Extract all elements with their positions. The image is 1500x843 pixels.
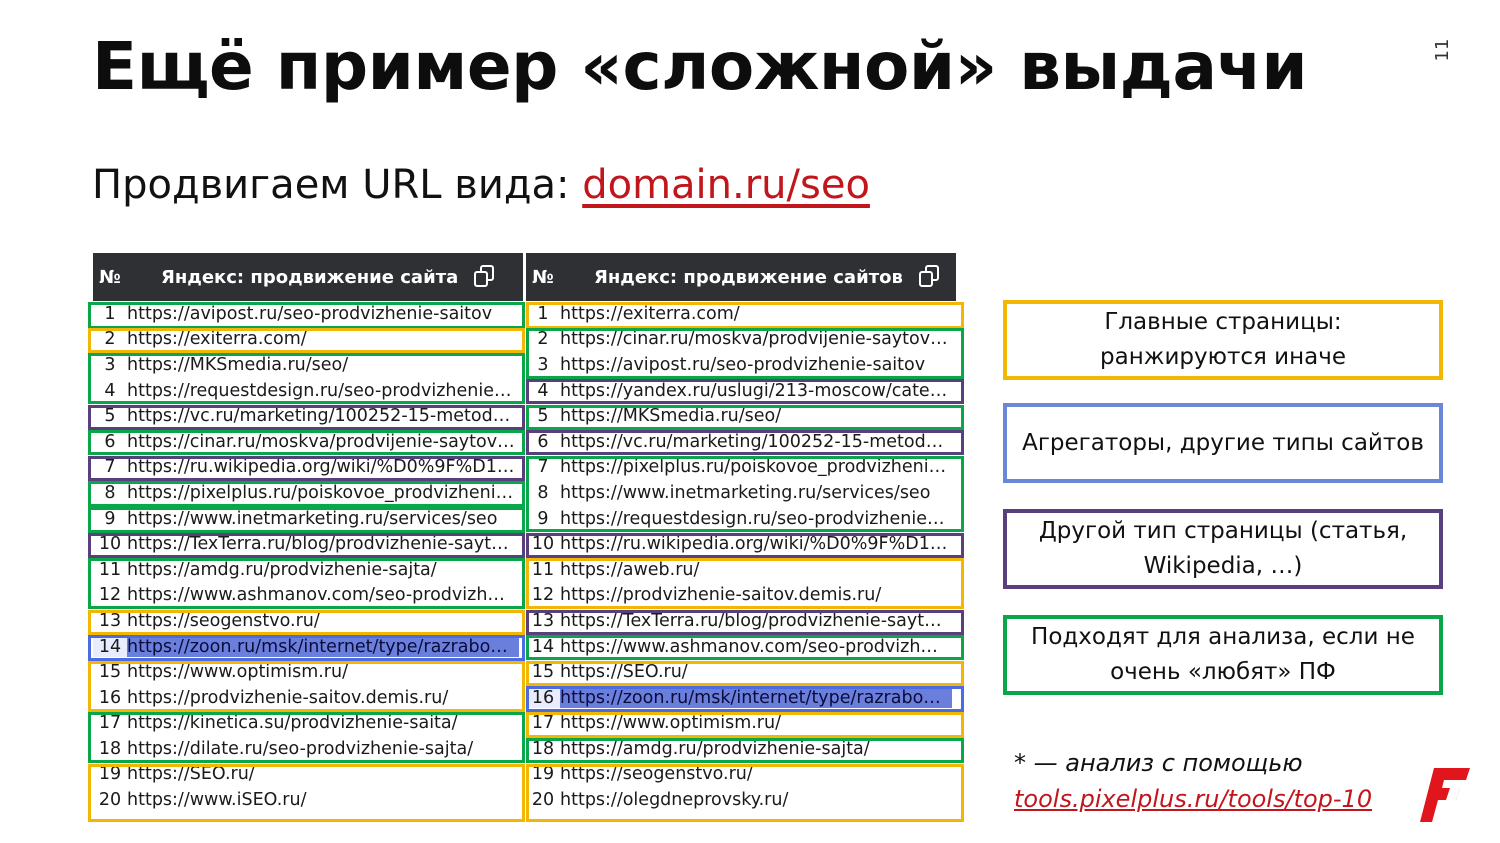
purple-frame xyxy=(526,379,964,404)
green-frame xyxy=(88,507,525,533)
yellow-frame xyxy=(526,302,964,329)
yellow-frame xyxy=(88,661,525,712)
subtitle-url[interactable]: domain.ru/seo xyxy=(582,162,870,208)
footnote-link[interactable]: tools.pixelplus.ru/tools/top-10 xyxy=(1014,781,1372,817)
pixelplus-logo xyxy=(1420,768,1470,822)
green-frame xyxy=(526,456,964,532)
legend-main-pages-line1: Главные страницы: xyxy=(1104,309,1342,335)
green-frame xyxy=(526,738,964,763)
legend-aggregators: Агрегаторы, другие типы сайтов xyxy=(1003,403,1443,483)
green-frame xyxy=(88,302,525,329)
blue-frame xyxy=(526,686,964,712)
slide-title: Ещё пример «сложной» выдачи xyxy=(92,28,1308,105)
green-frame xyxy=(88,481,525,507)
copy-icon[interactable] xyxy=(917,265,941,289)
subtitle: Продвигаем URL вида: domain.ru/seo xyxy=(92,162,870,208)
green-frame xyxy=(88,558,525,609)
copy-icon[interactable] xyxy=(472,265,496,289)
yellow-frame xyxy=(526,712,964,738)
green-frame xyxy=(526,405,964,430)
blue-frame xyxy=(88,635,525,661)
purple-frame xyxy=(88,405,525,430)
legend-other-type-line1: Другой тип страницы (статья, xyxy=(1038,518,1408,544)
green-frame xyxy=(88,712,525,763)
yellow-frame xyxy=(88,764,525,822)
legend-main-pages: Главные страницы: ранжируются иначе xyxy=(1003,300,1443,380)
yellow-frame xyxy=(88,610,525,635)
query-title: Яндекс: продвижение сайтов xyxy=(594,266,903,288)
column-number-header: № xyxy=(99,266,121,288)
footnote-text: * — анализ с помощью xyxy=(1014,749,1303,777)
table-header: № Яндекс: продвижение сайтов xyxy=(526,253,956,301)
legend-suitable-line1: Подходят для анализа, если не xyxy=(1031,624,1415,650)
yellow-frame xyxy=(88,328,525,353)
legend-aggregators-text: Агрегаторы, другие типы сайтов xyxy=(1022,429,1424,456)
green-frame xyxy=(526,635,964,660)
purple-frame xyxy=(88,533,525,558)
yellow-frame xyxy=(526,661,964,686)
table-header: № Яндекс: продвижение сайта xyxy=(93,253,523,301)
purple-frame xyxy=(526,533,964,558)
purple-frame xyxy=(526,610,964,635)
footnote: * — анализ с помощью tools.pixelplus.ru/… xyxy=(1014,745,1372,817)
query-title: Яндекс: продвижение сайта xyxy=(161,266,459,288)
green-frame xyxy=(88,353,525,404)
slide-number: 11 xyxy=(1432,38,1453,62)
green-frame xyxy=(88,430,525,455)
legend-suitable: Подходят для анализа, если не очень «любя… xyxy=(1003,615,1443,695)
purple-frame xyxy=(526,430,964,455)
subtitle-prefix: Продвигаем URL вида: xyxy=(92,162,583,208)
legend-other-type-line2: Wikipedia, …) xyxy=(1143,553,1303,579)
yellow-frame xyxy=(526,558,964,609)
legend-main-pages-line2: ранжируются иначе xyxy=(1100,344,1346,370)
yellow-frame xyxy=(526,764,964,822)
legend-suitable-line2: очень «любят» ПФ xyxy=(1110,659,1336,685)
purple-frame xyxy=(88,456,525,481)
legend-other-type: Другой тип страницы (статья, Wikipedia, …… xyxy=(1003,509,1443,589)
column-number-header: № xyxy=(532,266,554,288)
green-frame xyxy=(526,328,964,379)
